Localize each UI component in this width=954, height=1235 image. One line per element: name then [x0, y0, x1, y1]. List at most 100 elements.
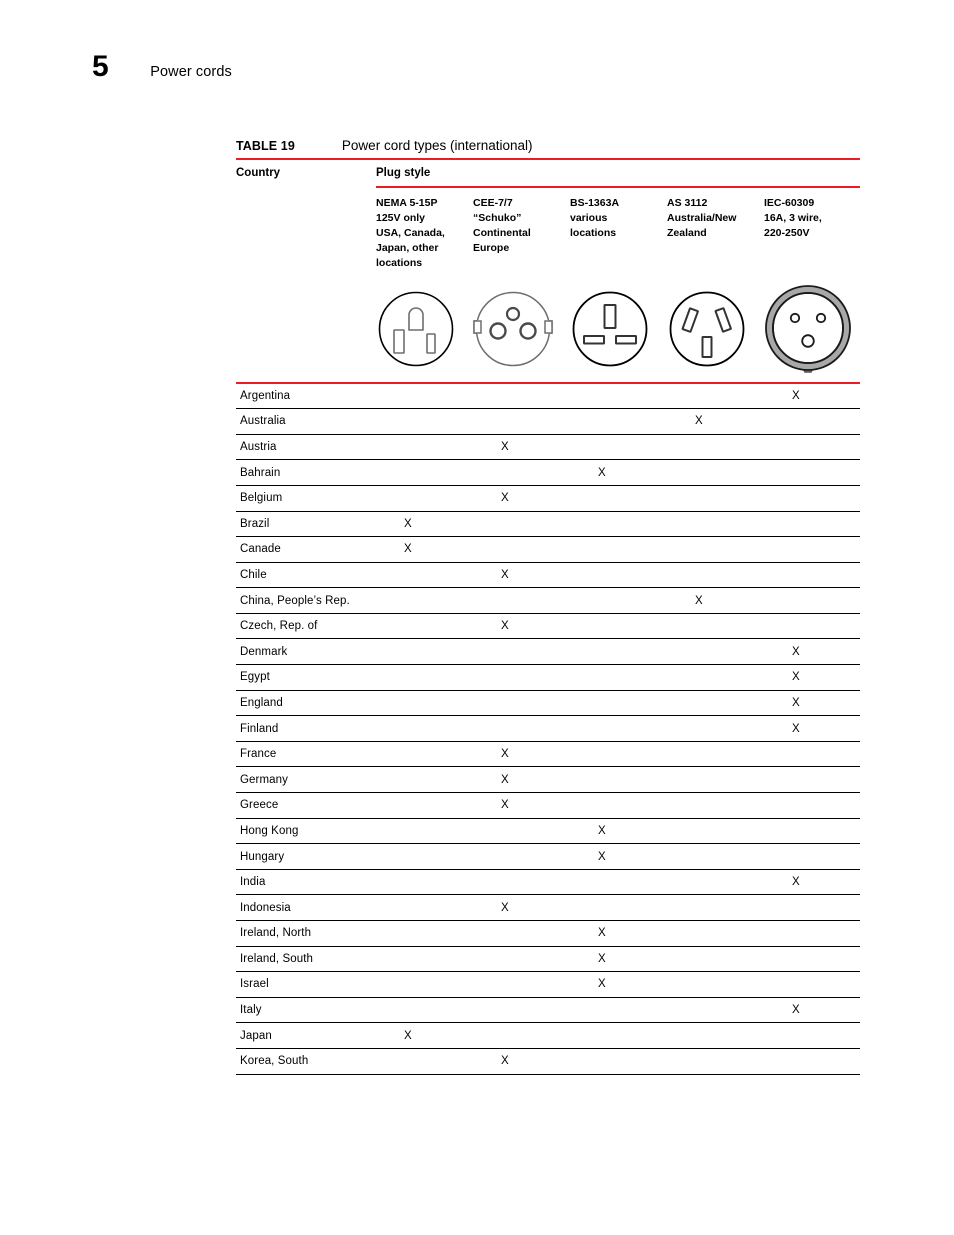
table-row: Belgium X [236, 486, 860, 512]
table-row: Finland X [236, 716, 860, 742]
column-header-line: Continental [473, 226, 531, 239]
table-row: Canade X [236, 537, 860, 563]
table-caption-label: TABLE 19 [236, 139, 295, 153]
country-name: Canade [240, 543, 281, 556]
mark-cee: X [501, 492, 509, 505]
country-name: Greece [240, 799, 279, 812]
table-row: Korea, South X [236, 1049, 860, 1075]
country-name: Argentina [240, 389, 291, 402]
table-caption: TABLE 19 Power cord types (international… [236, 138, 860, 153]
table-row: Japan X [236, 1023, 860, 1049]
page-header: 5 Power cords [92, 52, 232, 82]
column-header-line: various [570, 211, 608, 224]
country-name: Brazil [240, 517, 270, 530]
country-name: Bahrain [240, 466, 281, 479]
country-name: Korea, South [240, 1055, 309, 1068]
as-3112-plug-icon [667, 285, 764, 373]
table-row: Germany X [236, 767, 860, 794]
country-name: Ireland, North [240, 927, 312, 940]
country-name: Belgium [240, 492, 283, 505]
country-name: China, People’s Rep. [240, 594, 350, 607]
mark-bs: X [598, 850, 606, 863]
table-row: China, People’s Rep. X [236, 588, 860, 614]
table-row: Israel X [236, 972, 860, 998]
column-header-line: Japan, other [376, 241, 439, 254]
table-row: Greece X [236, 793, 860, 819]
table-row: Bahrain X [236, 460, 860, 486]
table-header-row-primary: Country Plug style [236, 160, 860, 186]
table-row: Brazil X [236, 512, 860, 538]
column-header-line: USA, Canada, [376, 226, 445, 239]
mark-iec: X [792, 389, 800, 402]
country-name: France [240, 748, 277, 761]
column-header-line: “Schuko” [473, 211, 522, 224]
mark-cee: X [501, 1055, 509, 1068]
mark-cee: X [501, 901, 509, 914]
column-header-line: IEC-60309 [764, 197, 815, 209]
column-header-line: 220-250V [764, 226, 810, 239]
mark-nema: X [404, 517, 412, 530]
table-caption-text: Power cord types (international) [341, 138, 533, 153]
table-row: Egypt X [236, 665, 860, 691]
country-name: Austria [240, 441, 277, 454]
header-spacer [236, 196, 376, 271]
column-header-bs-1363a: BS-1363A various locations [570, 196, 667, 271]
table-row: Czech, Rep. of X [236, 614, 860, 640]
country-name: India [240, 876, 266, 889]
mark-iec: X [792, 876, 800, 889]
column-header-line: AS 3112 [667, 197, 708, 209]
mark-cee: X [501, 799, 509, 812]
mark-bs: X [598, 978, 606, 991]
country-name: Ireland, South [240, 952, 314, 965]
column-header-iec-60309: IEC-60309 16A, 3 wire, 220-250V [764, 196, 861, 271]
country-name: Denmark [240, 645, 288, 658]
column-header-cee-7-7: CEE-7/7 “Schuko” Continental Europe [473, 196, 570, 271]
country-name: Hungary [240, 850, 285, 863]
column-header-line: Europe [473, 241, 510, 254]
plug-icon-row [236, 277, 860, 382]
country-name: Israel [240, 978, 269, 991]
column-header-line: NEMA 5-15P [376, 197, 438, 209]
table-row: Indonesia X [236, 895, 860, 921]
power-cord-table: TABLE 19 Power cord types (international… [236, 138, 860, 1075]
mark-cee: X [501, 748, 509, 761]
column-header-country: Country [236, 167, 281, 179]
column-header-line: locations [570, 226, 617, 239]
column-header-line: Zealand [667, 226, 707, 239]
country-name: Finland [240, 722, 279, 735]
country-name: Australia [240, 415, 286, 428]
column-header-line: 16A, 3 wire, [764, 211, 822, 224]
plug-style-subrule [236, 186, 860, 188]
table-row: Argentina X [236, 384, 860, 410]
mark-nema: X [404, 1029, 412, 1042]
table-header-row-columns: NEMA 5-15P 125V only USA, Canada, Japan,… [236, 188, 860, 277]
subrule-spacer [236, 186, 376, 188]
mark-iec: X [792, 722, 800, 735]
mark-iec: X [792, 671, 800, 684]
icon-row-spacer [236, 285, 376, 373]
table-row: Austria X [236, 435, 860, 461]
table-row: England X [236, 691, 860, 717]
table-row: Chile X [236, 563, 860, 589]
mark-cee: X [501, 620, 509, 633]
country-name: Indonesia [240, 901, 291, 914]
mark-iec: X [792, 696, 800, 709]
country-name: Germany [240, 773, 288, 786]
column-header-line: Australia/New [667, 211, 737, 224]
mark-bs: X [598, 824, 606, 837]
chapter-title: Power cords [150, 64, 232, 80]
mark-as: X [695, 415, 703, 428]
table-row: Hungary X [236, 844, 860, 870]
cee-7-7-schuko-plug-icon [473, 285, 570, 373]
mark-iec: X [792, 1004, 800, 1017]
table-row: Hong Kong X [236, 819, 860, 845]
column-header-line: CEE-7/7 [473, 197, 513, 209]
column-header-nema-5-15p: NEMA 5-15P 125V only USA, Canada, Japan,… [376, 196, 473, 271]
mark-cee: X [501, 441, 509, 454]
iec-60309-plug-icon [764, 284, 861, 373]
nema-5-15p-plug-icon [376, 285, 473, 373]
country-name: Japan [240, 1029, 272, 1042]
column-header-plug-style: Plug style [376, 167, 431, 179]
table-body: Argentina X Australia X Austria X Bahrai… [236, 384, 860, 1075]
column-header-line: locations [376, 256, 423, 269]
